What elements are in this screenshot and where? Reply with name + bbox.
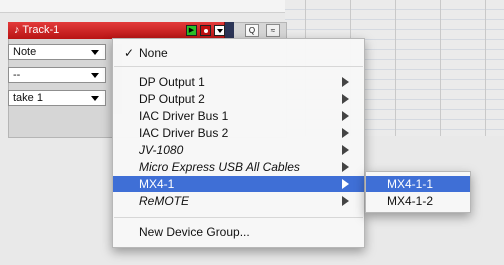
menu-item-jv-1080[interactable]: JV-1080 xyxy=(113,142,364,158)
chevron-down-icon xyxy=(91,50,99,55)
grid-line xyxy=(395,0,396,136)
menu-item-label: IAC Driver Bus 2 xyxy=(139,126,229,140)
menu-item-label: None xyxy=(139,46,168,60)
menu-item-dp-output-2[interactable]: DP Output 2 xyxy=(113,91,364,107)
menu-item-label: DP Output 2 xyxy=(139,92,205,106)
chevron-right-icon xyxy=(342,111,349,121)
chevron-right-icon xyxy=(342,145,349,155)
output-device-menu[interactable]: ✓ None DP Output 1 DP Output 2 IAC Drive… xyxy=(112,38,365,248)
menu-separator xyxy=(114,66,363,67)
chevron-right-icon xyxy=(342,179,349,189)
chevron-down-icon xyxy=(91,73,99,78)
menu-item-label: JV-1080 xyxy=(139,143,184,157)
menu-item-iac-bus-1[interactable]: IAC Driver Bus 1 xyxy=(113,108,364,124)
menu-item-micro-express[interactable]: Micro Express USB All Cables xyxy=(113,159,364,175)
menu-item-label: MX4-1 xyxy=(139,177,175,191)
take-dropdown-value: take 1 xyxy=(13,92,43,104)
menu-item-label: DP Output 1 xyxy=(139,75,205,89)
record-button[interactable] xyxy=(200,25,211,36)
channel-dropdown-value: -- xyxy=(13,69,21,81)
channel-dropdown[interactable]: -- xyxy=(8,67,106,83)
menu-item-none[interactable]: ✓ None xyxy=(113,45,364,61)
chevron-down-icon xyxy=(91,96,99,101)
track-color-strip xyxy=(225,22,234,39)
waveform-icon[interactable]: ≈ xyxy=(266,24,280,37)
note-dropdown-value: Note xyxy=(13,46,37,58)
menu-item-label: Micro Express USB All Cables xyxy=(139,160,300,174)
chevron-right-icon xyxy=(342,94,349,104)
music-note-icon: ♪ xyxy=(14,24,20,36)
submenu-item-mx4-1-2[interactable]: MX4-1-2 xyxy=(366,193,470,209)
chevron-right-icon xyxy=(342,77,349,87)
menu-separator xyxy=(114,217,363,218)
chevron-right-icon xyxy=(342,128,349,138)
track-name: Track-1 xyxy=(22,24,60,36)
chevron-right-icon xyxy=(342,196,349,206)
menu-item-mx4-1[interactable]: MX4-1 xyxy=(113,176,364,192)
track-menu-button[interactable] xyxy=(214,25,225,36)
mx4-1-submenu[interactable]: MX4-1-1 MX4-1-2 xyxy=(365,171,471,213)
submenu-item-mx4-1-1[interactable]: MX4-1-1 xyxy=(366,176,470,192)
grid-line xyxy=(440,0,441,136)
menu-item-iac-bus-2[interactable]: IAC Driver Bus 2 xyxy=(113,125,364,141)
menu-item-remote[interactable]: ReMOTE xyxy=(113,193,364,209)
search-icon[interactable]: Q xyxy=(245,24,259,37)
menu-item-label: ReMOTE xyxy=(139,194,190,208)
grid-line xyxy=(485,0,486,136)
checkmark-icon: ✓ xyxy=(124,46,135,60)
play-button[interactable]: ▶ xyxy=(186,25,197,36)
menu-item-new-device-group[interactable]: New Device Group... xyxy=(113,224,364,240)
track-title-bar[interactable]: ♪ Track-1 ▶ xyxy=(8,22,225,39)
chevron-right-icon xyxy=(342,162,349,172)
take-dropdown[interactable]: take 1 xyxy=(8,90,106,106)
menu-item-label: New Device Group... xyxy=(139,225,250,239)
menu-item-dp-output-1[interactable]: DP Output 1 xyxy=(113,74,364,90)
menu-item-label: IAC Driver Bus 1 xyxy=(139,109,229,123)
note-dropdown[interactable]: Note xyxy=(8,44,106,60)
